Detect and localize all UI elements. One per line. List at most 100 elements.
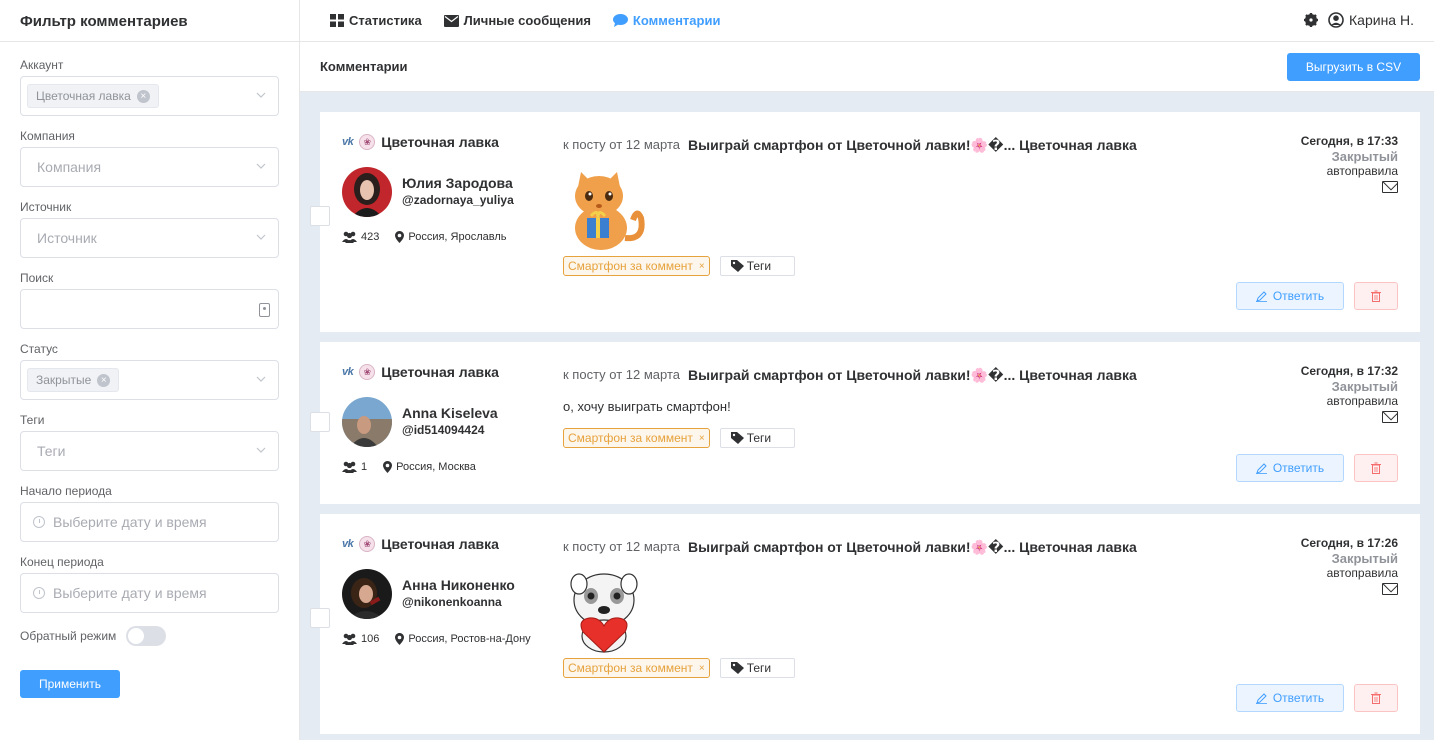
account-select[interactable]: Цветочная лавка × xyxy=(20,76,279,116)
envelope-icon[interactable] xyxy=(1382,583,1398,595)
post-reference[interactable]: к посту от 12 марта Выиграй смартфон от … xyxy=(563,137,1137,154)
nav-messages[interactable]: Личные сообщения xyxy=(443,13,591,28)
account-row: vk ❀ Цветочная лавка xyxy=(342,364,499,380)
tags-button[interactable]: Теги xyxy=(719,256,795,276)
envelope-icon xyxy=(443,14,459,27)
delete-button[interactable] xyxy=(1354,454,1398,482)
user-handle[interactable]: @zadornaya_yuliya xyxy=(402,193,514,207)
user-handle[interactable]: @nikonenkoanna xyxy=(402,595,502,609)
avatar[interactable] xyxy=(342,167,392,217)
comment-info: Сегодня, в 17:33 Закрытый автоправила xyxy=(1301,134,1398,198)
vk-icon: vk xyxy=(342,538,354,550)
company-label: Компания xyxy=(20,129,75,143)
map-marker-icon xyxy=(395,633,405,645)
avatar[interactable] xyxy=(342,397,392,447)
close-icon[interactable]: × xyxy=(699,663,705,674)
search-input[interactable] xyxy=(20,289,279,329)
envelope-icon[interactable] xyxy=(1382,411,1398,423)
nav-comments[interactable]: Комментарии xyxy=(612,13,721,28)
apply-button[interactable]: Применить xyxy=(20,670,120,698)
main-header: Комментарии Выгрузить в CSV xyxy=(300,42,1434,92)
close-icon[interactable]: × xyxy=(699,261,705,272)
export-csv-button[interactable]: Выгрузить в CSV xyxy=(1287,53,1420,81)
filter-sidebar: Фильтр комментариев Аккаунт Цветочная ла… xyxy=(0,0,300,740)
avatar[interactable] xyxy=(342,569,392,619)
tag-chip[interactable]: Смартфон за коммент × xyxy=(563,658,710,678)
friends-count: 106 xyxy=(361,633,380,645)
source-placeholder: Источник xyxy=(37,230,97,246)
nav-messages-label: Личные сообщения xyxy=(463,13,591,28)
user-name[interactable]: Anna Kiseleva xyxy=(402,405,498,421)
period-end-picker[interactable]: Выберите дату и время xyxy=(20,573,279,613)
post-title: Выиграй смартфон от Цветочной лавки!🌸�..… xyxy=(688,137,1137,153)
top-nav: Статистика Личные сообщения Комментарии xyxy=(300,0,1434,42)
tag-chip[interactable]: Смартфон за коммент × xyxy=(563,256,710,276)
edit-icon xyxy=(1255,692,1267,704)
tags-button-label: Теги xyxy=(746,431,772,445)
status-badge: Закрытый xyxy=(1331,379,1398,394)
post-reference[interactable]: к посту от 12 марта Выиграй смартфон от … xyxy=(563,367,1137,384)
comment-card: vk ❀ Цветочная лавка Юлия Зародова @zado… xyxy=(310,112,1420,332)
period-start-picker[interactable]: Выберите дату и время xyxy=(20,502,279,542)
source-label: Источник xyxy=(20,200,72,214)
tags-button[interactable]: Теги xyxy=(719,658,795,678)
map-marker-icon xyxy=(395,231,405,243)
vk-icon: vk xyxy=(342,136,354,148)
tags-row: Смартфон за коммент × Теги xyxy=(563,658,795,678)
select-checkbox[interactable] xyxy=(310,608,330,628)
user-meta: 106 Россия, Ростов-на-Дону xyxy=(342,633,531,645)
tags-button[interactable]: Теги xyxy=(719,428,795,448)
company-placeholder: Компания xyxy=(37,159,102,175)
user-name[interactable]: Анна Никоненко xyxy=(402,577,515,593)
comment-date: Сегодня, в 17:33 xyxy=(1300,134,1398,148)
users-icon xyxy=(342,633,357,645)
comment-date: Сегодня, в 17:26 xyxy=(1300,536,1398,550)
reply-button[interactable]: Ответить xyxy=(1236,454,1344,482)
edit-icon xyxy=(1255,462,1267,474)
tags-row: Смартфон за коммент × Теги xyxy=(563,256,795,276)
account-row: vk ❀ Цветочная лавка xyxy=(342,134,499,150)
reverse-mode-label: Обратный режим xyxy=(20,629,117,643)
post-reference[interactable]: к посту от 12 марта Выиграй смартфон от … xyxy=(563,539,1137,556)
source-select[interactable]: Источник xyxy=(20,218,279,258)
nav-comments-label: Комментарии xyxy=(632,13,721,28)
reply-button[interactable]: Ответить xyxy=(1236,282,1344,310)
status-badge: Закрытый xyxy=(1331,149,1398,164)
select-checkbox[interactable] xyxy=(310,412,330,432)
search-label: Поиск xyxy=(20,271,54,285)
user-name[interactable]: Юлия Зародова xyxy=(402,175,513,191)
chevron-down-icon xyxy=(256,163,266,169)
user-name: Карина Н. xyxy=(1349,12,1414,28)
tag-chip[interactable]: Смартфон за коммент × xyxy=(563,428,710,448)
status-select[interactable]: Закрытые × xyxy=(20,360,279,400)
reverse-mode-toggle[interactable] xyxy=(126,626,167,646)
reply-button[interactable]: Ответить xyxy=(1236,684,1344,712)
account-logo-icon: ❀ xyxy=(359,536,376,552)
user-handle[interactable]: @id514094424 xyxy=(402,423,484,437)
nav-statistics[interactable]: Статистика xyxy=(330,13,422,28)
close-icon[interactable]: × xyxy=(699,433,705,444)
gear-icon[interactable] xyxy=(1304,13,1319,27)
nav-statistics-label: Статистика xyxy=(349,13,422,28)
company-select[interactable]: Компания xyxy=(20,147,279,187)
account-logo-icon: ❀ xyxy=(359,134,376,150)
user-meta: 1 Россия, Москва xyxy=(342,461,476,473)
cat-sticker-image xyxy=(575,172,645,250)
select-checkbox[interactable] xyxy=(310,206,330,226)
tags-button-label: Теги xyxy=(746,661,772,675)
account-row: vk ❀ Цветочная лавка xyxy=(342,536,499,552)
post-title: Выиграй смартфон от Цветочной лавки!🌸�..… xyxy=(688,539,1137,555)
tags-label: Теги xyxy=(20,413,45,427)
map-marker-icon xyxy=(383,461,393,473)
user-menu[interactable]: Карина Н. xyxy=(1328,12,1414,28)
chip-remove-icon[interactable]: × xyxy=(136,89,150,103)
delete-button[interactable] xyxy=(1354,684,1398,712)
delete-button[interactable] xyxy=(1354,282,1398,310)
comment-text: о, хочу выиграть смартфон! xyxy=(563,399,731,414)
tags-row: Смартфон за коммент × Теги xyxy=(563,428,795,448)
avatar-image xyxy=(342,397,392,447)
account-name: Цветочная лавка xyxy=(381,134,499,150)
envelope-icon[interactable] xyxy=(1382,181,1398,193)
chip-remove-icon[interactable]: × xyxy=(97,373,111,387)
tags-select[interactable]: Теги xyxy=(20,431,279,471)
